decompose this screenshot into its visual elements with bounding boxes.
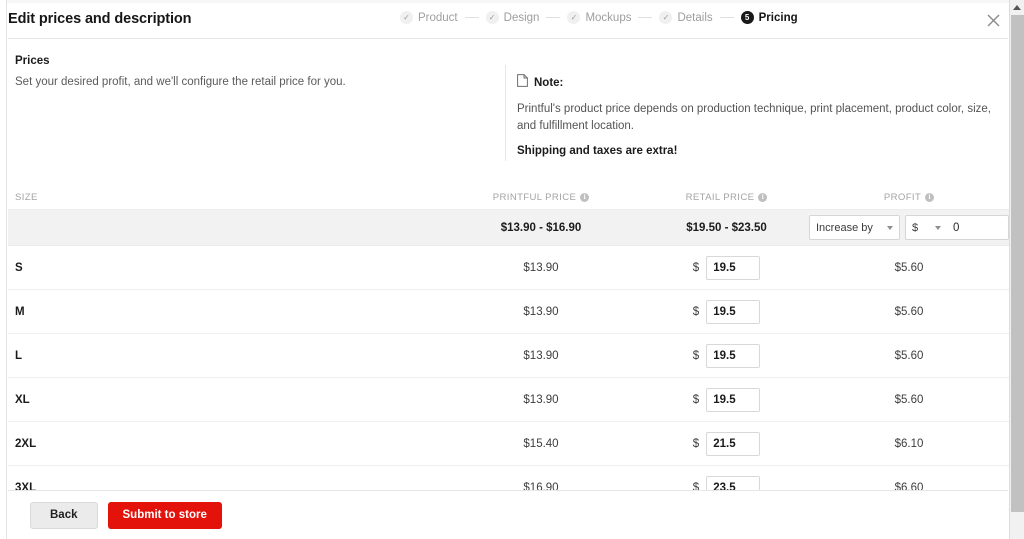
retail-price-input[interactable] [706,343,761,368]
adjust-mode-value: Increase by [816,221,873,234]
retail-price-range: $19.50 - $23.50 [686,221,767,234]
summary-printful-range: $13.90 - $16.90 [438,222,644,234]
table-row: 2XL $15.40 $ $6.10 [8,422,1009,466]
step-label: Details [677,11,713,24]
step-label: Pricing [758,11,798,24]
window-left-edge [0,0,7,539]
info-icon[interactable]: i [580,192,590,202]
step-mockups[interactable]: ✓ Mockups [567,11,631,24]
close-icon[interactable] [984,11,1002,29]
retail-price-cell: $ [644,431,809,456]
chevron-down-icon [935,225,941,230]
printful-price: $13.90 [523,261,559,274]
summary-row: $13.90 - $16.90 $19.50 - $23.50 Increase… [8,210,1009,246]
profit-value: $5.60 [894,305,924,318]
check-icon: ✓ [659,11,673,24]
prices-subtext: Set your desired profit, and we'll confi… [15,76,346,88]
profit-value: $5.60 [894,261,924,274]
prices-heading: Prices [15,55,50,67]
retail-price-cell: $ [644,343,809,368]
info-icon[interactable]: i [925,192,935,202]
chevron-down-icon [887,225,893,230]
currency-symbol: $ [692,393,700,406]
currency-symbol: $ [692,261,700,274]
currency-symbol: $ [692,305,700,318]
currency-symbol: $ [692,437,700,450]
step-pricing[interactable]: 5 Pricing [740,11,798,24]
printful-price: $15.40 [523,437,559,450]
currency-symbol: $ [692,349,700,362]
step-design[interactable]: ✓ Design [485,11,540,24]
info-icon[interactable]: i [758,192,768,202]
printful-price: $13.90 [523,349,559,362]
note-title: Note: [534,77,564,89]
pricing-table: SIZE PRINTFUL PRICE i RETAIL PRICE i PRO… [8,185,1009,510]
retail-price-input[interactable] [706,387,761,412]
printful-price-range: $13.90 - $16.90 [500,221,582,234]
submit-to-store-button[interactable]: Submit to store [107,501,222,529]
size-label: S [15,261,23,274]
table-header-row: SIZE PRINTFUL PRICE i RETAIL PRICE i PRO… [8,185,1009,210]
bulk-adjust-controls: Increase by $ [809,215,1009,240]
document-icon [517,74,528,92]
step-separator [464,17,479,18]
table-row: S $13.90 $ $5.60 [8,246,1009,290]
step-separator [546,17,561,18]
size-label: L [15,349,23,362]
table-row: L $13.90 $ $5.60 [8,334,1009,378]
printful-price: $13.90 [523,393,559,406]
adjust-unit-value: $ [912,221,919,234]
adjust-unit-select[interactable]: $ [905,215,947,240]
table-row: XL $13.90 $ $5.60 [8,378,1009,422]
profit-value: $5.60 [894,349,924,362]
note-title-row: Note: [517,74,995,92]
summary-retail-range: $19.50 - $23.50 [644,222,809,234]
column-label: PROFIT [883,191,922,203]
printful-price: $13.90 [523,305,559,318]
note-panel: Note: Printful's product price depends o… [505,65,995,161]
retail-price-cell: $ [644,299,809,324]
column-header-printful-price: PRINTFUL PRICE i [438,192,644,203]
adjust-mode-select[interactable]: Increase by [809,215,900,240]
step-number-badge: 5 [740,11,754,24]
step-label: Design [503,11,540,24]
check-icon: ✓ [400,11,413,24]
step-product[interactable]: ✓ Product [400,11,458,24]
column-label: SIZE [15,191,38,203]
step-label: Product [418,11,458,24]
column-header-size: SIZE [8,192,438,203]
check-icon: ✓ [485,11,499,24]
profit-value: $6.10 [894,437,924,450]
retail-price-input[interactable] [706,255,761,280]
note-emphasis: Shipping and taxes are extra! [517,145,678,157]
check-icon: ✓ [567,11,581,24]
modal-dialog: Edit prices and description ✓ Product ✓ … [0,0,1024,539]
retail-price-cell: $ [644,387,809,412]
scrollbar-thumb[interactable] [1011,15,1024,512]
size-label: M [15,305,25,318]
step-details[interactable]: ✓ Details [659,11,713,24]
adjust-value-input[interactable] [947,215,1009,240]
retail-price-cell: $ [644,255,809,280]
column-header-profit: PROFIT i [809,192,1009,203]
size-label: XL [15,393,30,406]
column-label: PRINTFUL PRICE [492,191,577,203]
scroll-up-arrow-icon[interactable] [1010,0,1024,15]
table-row: M $13.90 $ $5.60 [8,290,1009,334]
step-separator [638,17,653,18]
step-label: Mockups [585,11,632,24]
vertical-scrollbar[interactable] [1009,0,1024,539]
step-indicator: ✓ Product ✓ Design ✓ Mockups ✓ Details 5… [400,11,798,24]
page-title: Edit prices and description [8,11,192,27]
column-label: RETAIL PRICE [685,191,755,203]
column-header-retail-price: RETAIL PRICE i [644,192,809,203]
profit-value: $5.60 [894,393,924,406]
back-button[interactable]: Back [30,501,98,529]
retail-price-input[interactable] [706,299,761,324]
note-body: Printful's product price depends on prod… [517,103,991,132]
modal-footer: Back Submit to store [8,490,1008,539]
retail-price-input[interactable] [706,431,761,456]
size-label: 2XL [15,437,37,450]
step-separator [719,17,734,18]
